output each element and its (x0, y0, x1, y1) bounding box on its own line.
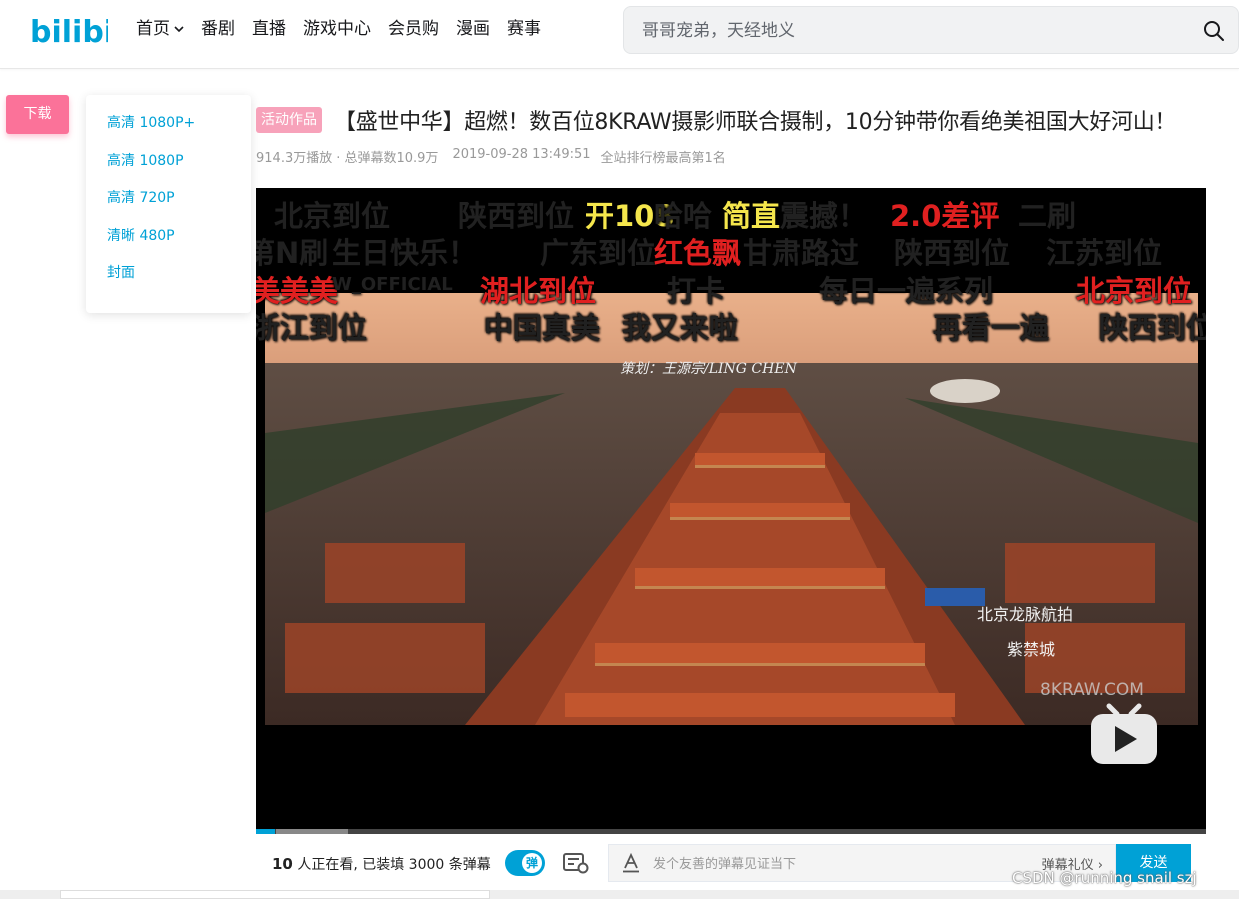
svg-text:bilibili: bilibili (30, 15, 108, 48)
danmaku-item: 陕西到位 (1099, 311, 1206, 345)
rank-badge[interactable]: 全站排行榜最高第1名 (601, 147, 726, 166)
danmaku-item: 哈哈 (654, 199, 713, 233)
nav-item-label: 首页 (136, 19, 170, 39)
csdn-watermark: CSDN @running snail szj (1012, 869, 1197, 887)
text-style-icon[interactable] (621, 853, 641, 873)
danmaku-item: 简直 (722, 199, 781, 233)
svg-text:策划：王源宗/LING CHEN: 策划：王源宗/LING CHEN (620, 361, 798, 377)
danmaku-item: 二刷 (1018, 199, 1077, 233)
danmaku-item: 广东到位 (540, 236, 657, 270)
danmaku-toggle[interactable]: 弹 (505, 850, 545, 876)
nav-item-label: 赛事 (507, 19, 541, 39)
danmaku-item: 浙江到位 (256, 311, 368, 345)
video-meta: 914.3万播放 · 总弹幕数10.9万 2019-09-28 13:49:51… (256, 147, 740, 166)
danmaku-item: 第N刷 (256, 236, 329, 270)
danmaku-item: 陕西到位 (458, 199, 575, 233)
nav-item-label: 游戏中心 (303, 19, 371, 39)
danmaku-item: 陕西到位 (894, 236, 1011, 270)
search-icon[interactable] (1202, 19, 1226, 43)
danmaku-item: 美美美 (256, 274, 339, 308)
nav-item-live[interactable]: 直播 (252, 18, 286, 40)
search-input[interactable] (642, 19, 1182, 43)
svg-text:紫禁城: 紫禁城 (1007, 640, 1055, 659)
video-frame[interactable]: 策划：王源宗/LING CHEN 北京龙脉航拍 紫禁城 8KRAW.COM (265, 293, 1198, 725)
download-menu: 高清 1080P+ 高清 1080P 高清 720P 清晰 480P 封面 (86, 95, 251, 313)
viewer-status: 10 人正在看, 已装填 3000 条弹幕 (272, 854, 491, 874)
svg-text:8KRAW.COM: 8KRAW.COM (1040, 680, 1144, 700)
nav-item-label: 会员购 (388, 19, 439, 39)
main-nav: 首页 番剧 直播 游戏中心 会员购 漫画 赛事 (136, 18, 558, 40)
danmaku-input[interactable] (653, 854, 993, 874)
bilibili-logo[interactable]: bilibili (30, 12, 108, 48)
danmaku-item: 生日快乐！ (332, 236, 478, 270)
danmaku-count: · 总弹幕数10.9万 (336, 151, 439, 166)
download-button[interactable]: 下载 (6, 95, 69, 134)
top-navigation-bar: bilibili 首页 番剧 直播 游戏中心 会员购 漫画 赛事 (0, 0, 1239, 69)
danmaku-item: 湖北到位 (480, 274, 597, 308)
nav-item-anime[interactable]: 番剧 (201, 18, 235, 40)
danmaku-item: 打卡 (667, 274, 726, 308)
danmaku-toggle-knob: 弹 (522, 853, 542, 873)
danmaku-settings-icon[interactable] (563, 852, 589, 874)
nav-item-label: 番剧 (201, 19, 235, 39)
viewer-text: 人正在看, 已装填 3000 条弹幕 (292, 857, 491, 873)
chevron-down-icon (174, 26, 184, 33)
play-icon[interactable] (1089, 702, 1159, 766)
danmaku-item: 江苏到位 (1046, 236, 1163, 270)
svg-text:北京龙脉航拍: 北京龙脉航拍 (977, 605, 1073, 624)
download-option-480p[interactable]: 清晰 480P (107, 225, 175, 245)
danmaku-item: 红色飘 (654, 236, 742, 270)
search-box (623, 6, 1239, 54)
nav-item-games[interactable]: 游戏中心 (303, 18, 371, 40)
danmaku-item: 甘肃路过 (743, 236, 860, 270)
video-title: 【盛世中华】超燃！数百位8KRAW摄影师联合摄制，10分钟带你看绝美祖国大好河山… (334, 110, 1177, 135)
video-player[interactable]: 策划：王源宗/LING CHEN 北京龙脉航拍 紫禁城 8KRAW.COM 北京… (256, 188, 1206, 833)
bottom-panel (60, 890, 490, 899)
danmaku-item: W_OFFICIAL (332, 274, 453, 295)
danmaku-item: 北京到位 (1076, 274, 1193, 308)
publish-date: 2019-09-28 13:49:51 (452, 147, 591, 162)
activity-tag[interactable]: 活动作品 (256, 107, 322, 133)
download-option-720p[interactable]: 高清 720P (107, 187, 175, 207)
download-option-1080p-plus[interactable]: 高清 1080P+ (107, 112, 195, 132)
nav-item-esports[interactable]: 赛事 (507, 18, 541, 40)
danmaku-item: 震撼！ (780, 199, 868, 233)
play-count: 914.3万播放 (256, 151, 333, 166)
danmaku-item: 中国真美 (484, 311, 601, 345)
nav-item-mall[interactable]: 会员购 (388, 18, 439, 40)
download-option-cover[interactable]: 封面 (107, 262, 135, 282)
danmaku-item: 北京到位 (274, 199, 391, 233)
nav-item-label: 漫画 (456, 19, 490, 39)
nav-item-manga[interactable]: 漫画 (456, 18, 490, 40)
nav-item-home[interactable]: 首页 (136, 18, 184, 40)
danmaku-item: 再看一遍 (933, 311, 1050, 345)
nav-item-label: 直播 (252, 19, 286, 39)
danmaku-item: 2.0差评 (890, 199, 1000, 233)
danmaku-item: 我又来啦 (622, 311, 739, 345)
download-option-1080p[interactable]: 高清 1080P (107, 150, 184, 170)
viewer-count: 10 (272, 855, 293, 873)
danmaku-item: 每日一遍系列 (819, 274, 994, 308)
